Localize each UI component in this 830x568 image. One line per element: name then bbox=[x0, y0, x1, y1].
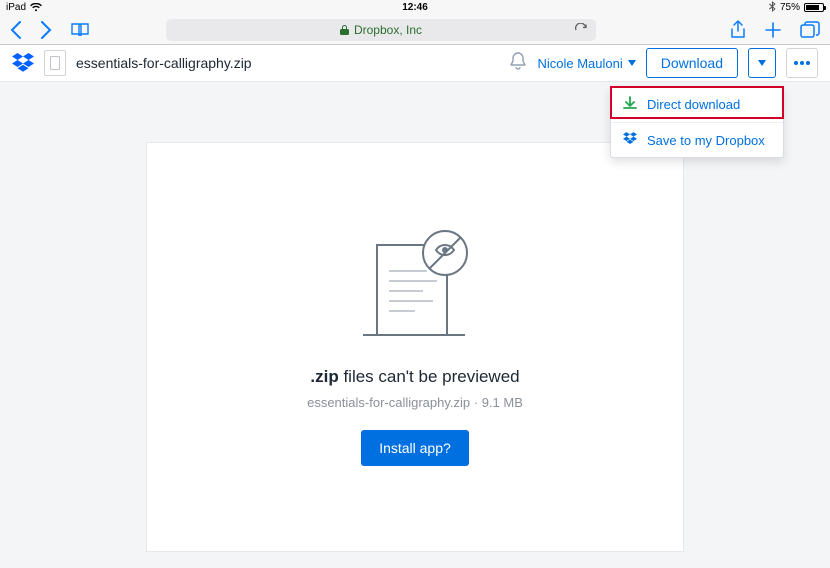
user-menu[interactable]: Nicole Mauloni bbox=[537, 56, 635, 71]
address-text: Dropbox, Inc bbox=[354, 23, 422, 37]
direct-download-item[interactable]: Direct download bbox=[611, 87, 783, 122]
user-name-label: Nicole Mauloni bbox=[537, 56, 622, 71]
dropbox-icon bbox=[623, 132, 637, 148]
chevron-down-icon bbox=[758, 60, 766, 66]
file-name: essentials-for-calligraphy.zip bbox=[76, 55, 252, 71]
save-to-dropbox-label: Save to my Dropbox bbox=[647, 133, 765, 148]
dropbox-logo-icon[interactable] bbox=[12, 53, 34, 73]
reload-button[interactable] bbox=[574, 23, 588, 37]
battery-pct: 75% bbox=[780, 2, 800, 13]
direct-download-label: Direct download bbox=[647, 97, 740, 112]
notifications-icon[interactable] bbox=[509, 52, 527, 74]
bookmarks-button[interactable] bbox=[70, 22, 90, 38]
chevron-down-icon bbox=[628, 60, 636, 66]
preview-card: .zip files can't be previewed essentials… bbox=[146, 142, 684, 552]
bluetooth-icon bbox=[769, 1, 776, 15]
more-button[interactable] bbox=[786, 48, 818, 78]
share-button[interactable] bbox=[730, 20, 746, 40]
preview-subline: essentials-for-calligraphy.zip · 9.1 MB bbox=[307, 395, 523, 410]
wifi-icon bbox=[30, 3, 42, 12]
device-label: iPad bbox=[6, 2, 26, 13]
clock: 12:46 bbox=[402, 2, 428, 13]
forward-button[interactable] bbox=[40, 21, 52, 39]
lock-icon bbox=[340, 24, 349, 35]
safari-toolbar: Dropbox, Inc bbox=[0, 15, 830, 45]
download-label: Download bbox=[661, 55, 723, 71]
new-tab-button[interactable] bbox=[764, 21, 782, 39]
save-to-dropbox-item[interactable]: Save to my Dropbox bbox=[611, 122, 783, 157]
dropbox-header: essentials-for-calligraphy.zip Nicole Ma… bbox=[0, 45, 830, 82]
download-dropdown: Direct download Save to my Dropbox bbox=[610, 86, 784, 158]
file-thumb-icon bbox=[44, 50, 66, 76]
tabs-button[interactable] bbox=[800, 21, 820, 39]
address-bar[interactable]: Dropbox, Inc bbox=[166, 19, 596, 41]
preview-headline: .zip files can't be previewed bbox=[310, 367, 519, 387]
battery-icon bbox=[804, 3, 824, 12]
no-preview-illustration bbox=[345, 227, 485, 347]
ios-status-bar: iPad 12:46 75% bbox=[0, 0, 830, 15]
install-app-button[interactable]: Install app? bbox=[361, 430, 469, 466]
download-button[interactable]: Download bbox=[646, 48, 738, 78]
download-icon bbox=[623, 96, 637, 113]
back-button[interactable] bbox=[10, 21, 22, 39]
download-caret-button[interactable] bbox=[748, 48, 776, 78]
